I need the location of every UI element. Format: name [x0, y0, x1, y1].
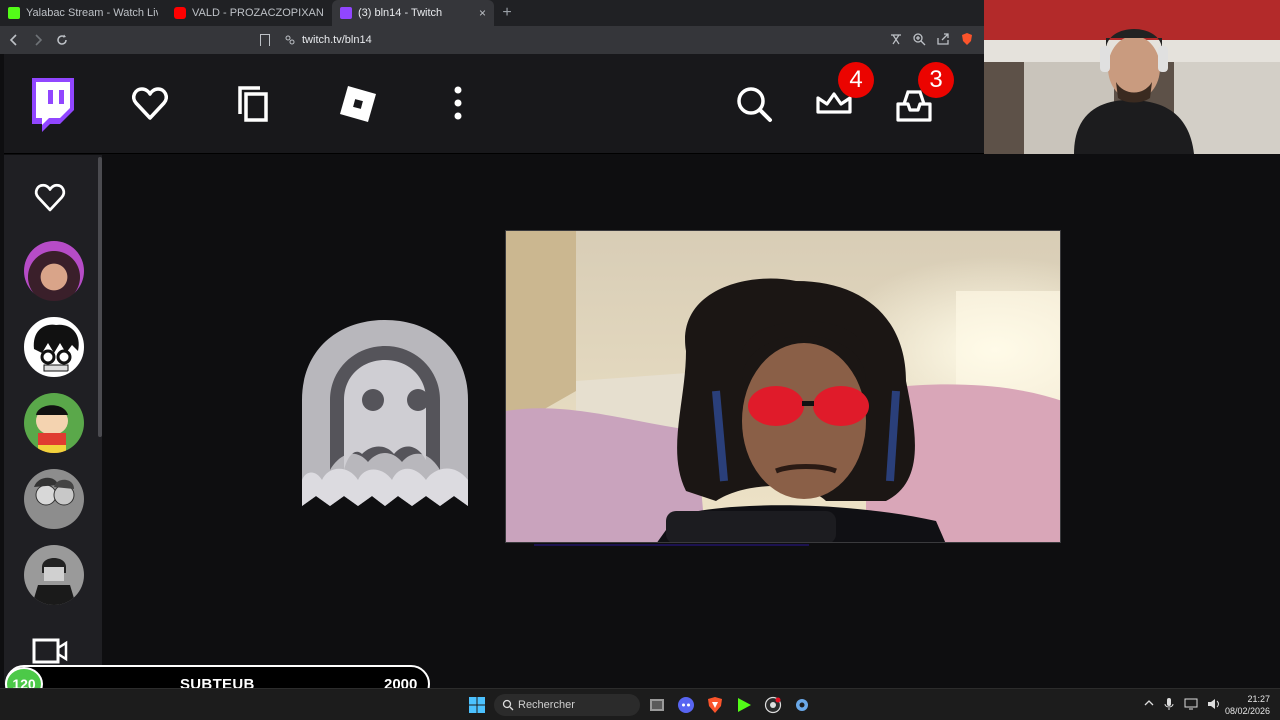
channel-avatar-5[interactable]: [24, 545, 84, 605]
stream-video-frame: [506, 231, 1060, 542]
kick-app-icon[interactable]: [735, 696, 753, 714]
copy-icon[interactable]: [234, 84, 274, 124]
main-content: [102, 155, 1280, 685]
inbox-notification-badge: 3: [918, 62, 954, 98]
prime-notification-badge: 4: [838, 62, 874, 98]
stream-video-player[interactable]: [505, 230, 1061, 543]
obs-icon[interactable]: [764, 696, 782, 714]
video-camera-icon[interactable]: [32, 637, 68, 665]
reload-button[interactable]: [52, 30, 72, 50]
translate-icon[interactable]: [890, 32, 902, 46]
url-text: twitch.tv/bln14: [302, 34, 372, 46]
webcam-overlay: [984, 0, 1280, 154]
task-view-icon[interactable]: [648, 696, 666, 714]
search-icon: [502, 699, 514, 711]
roblox-icon[interactable]: [338, 84, 378, 124]
network-icon[interactable]: [1184, 697, 1198, 711]
search-icon[interactable]: [734, 84, 774, 124]
chevron-up-icon[interactable]: [1144, 697, 1154, 709]
channel-avatar-3[interactable]: [24, 393, 84, 453]
kick-favicon-icon: [8, 7, 20, 19]
clock-date: 08/02/2026: [1224, 706, 1270, 716]
tab-twitch[interactable]: (3) bln14 - Twitch ×: [332, 0, 494, 26]
ghost-icon: [302, 320, 468, 506]
channel-avatar-2[interactable]: [24, 317, 84, 377]
bookmark-icon[interactable]: [260, 34, 270, 46]
tab-youtube[interactable]: VALD - PROZACZOPIXAN (Clip offici: [166, 0, 332, 26]
tab-kick[interactable]: Yalabac Stream - Watch Live on Kick: [0, 0, 166, 26]
channel-avatar-4[interactable]: [24, 469, 84, 529]
webcam-frame: [984, 0, 1280, 154]
close-tab-icon[interactable]: ×: [479, 6, 486, 20]
tab-title: VALD - PROZACZOPIXAN (Clip offici: [192, 7, 324, 19]
youtube-favicon-icon: [174, 7, 186, 19]
discord-icon[interactable]: [677, 696, 695, 714]
windows-start-icon[interactable]: [468, 696, 486, 714]
screen: Yalabac Stream - Watch Live on Kick VALD…: [0, 0, 1280, 720]
forward-button[interactable]: [28, 30, 48, 50]
twitch-favicon-icon: [340, 7, 352, 19]
tab-title: (3) bln14 - Twitch: [358, 7, 443, 19]
share-icon[interactable]: [936, 32, 950, 46]
brave-browser-icon[interactable]: [706, 696, 724, 714]
address-bar[interactable]: twitch.tv/bln14: [254, 30, 974, 50]
followed-heart-icon[interactable]: [32, 181, 68, 215]
clock-time: 21:27: [1247, 694, 1270, 704]
taskbar-search-box[interactable]: Rechercher: [494, 694, 640, 716]
site-info-icon[interactable]: [284, 34, 296, 46]
followed-channels-sidebar: [4, 155, 102, 685]
new-tab-button[interactable]: +: [494, 0, 520, 26]
more-vertical-icon[interactable]: [438, 84, 478, 124]
channel-avatar-1[interactable]: [24, 241, 84, 301]
search-placeholder: Rechercher: [518, 699, 575, 711]
twitch-logo-icon[interactable]: [26, 76, 76, 134]
microphone-icon[interactable]: [1163, 697, 1175, 711]
address-bar-actions: [890, 32, 974, 46]
video-progress-bar[interactable]: [534, 544, 809, 546]
clock[interactable]: 21:27 08/02/2026: [1210, 693, 1270, 717]
windows-taskbar: Rechercher 21:27 08/02/2026: [0, 688, 1280, 720]
settings-gear-icon[interactable]: [793, 696, 811, 714]
tab-title: Yalabac Stream - Watch Live on Kick: [26, 7, 158, 19]
zoom-icon[interactable]: [912, 32, 926, 46]
back-button[interactable]: [4, 30, 24, 50]
brave-shield-icon[interactable]: [960, 32, 974, 46]
heart-icon[interactable]: [130, 84, 170, 124]
